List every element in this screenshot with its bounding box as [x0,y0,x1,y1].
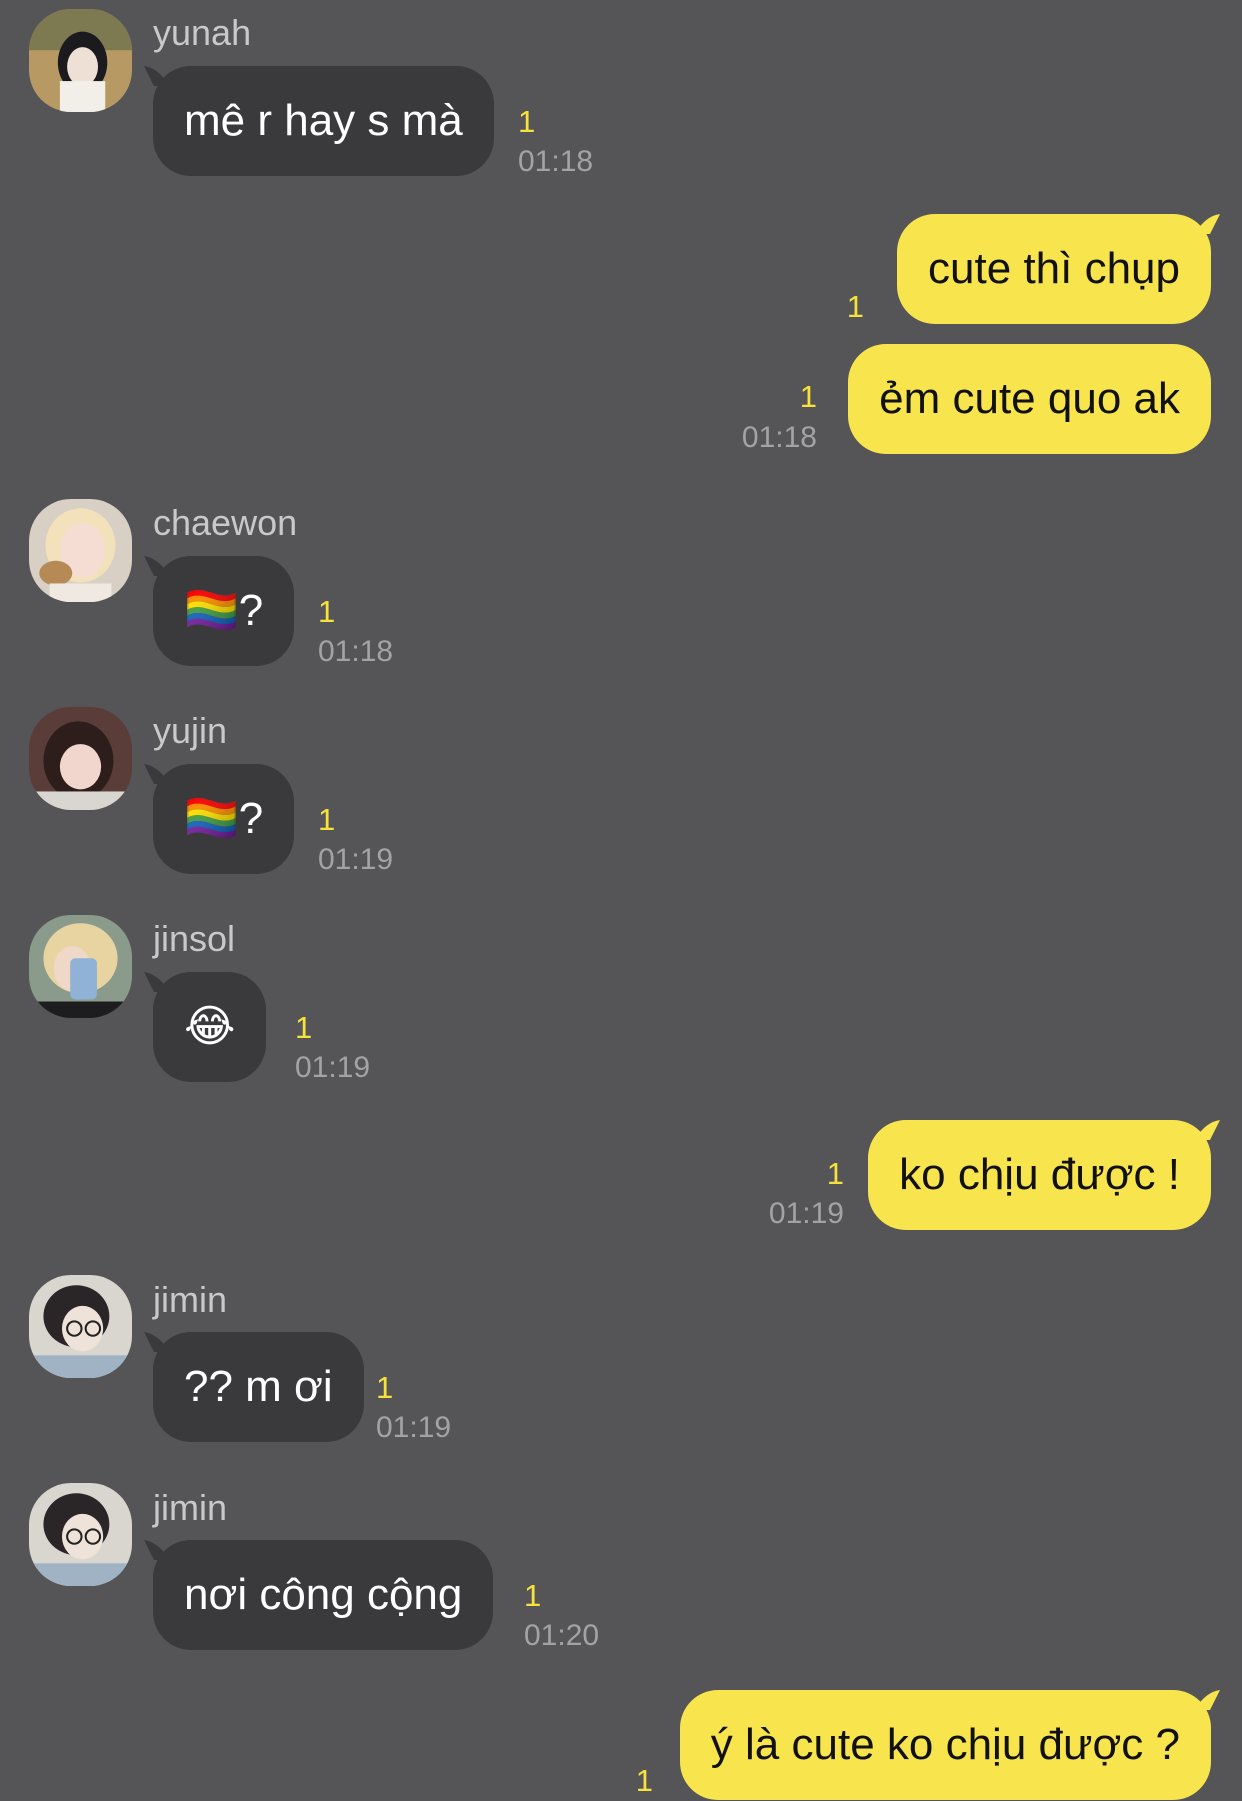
avatar-image [29,1483,132,1586]
avatar-jinsol[interactable] [29,915,132,1018]
message-time: 01:19 [768,1197,844,1230]
message-time: 01:19 [318,843,394,876]
message-bubble-incoming[interactable]: nơi công cộng [153,1540,494,1650]
avatar-image [29,1275,132,1378]
unread-count: 1 [524,1578,542,1613]
message-time: 01:18 [741,421,817,454]
message-bubble-incoming[interactable]: mê r hay s mà [153,66,494,176]
message-bubble-outgoing[interactable]: ẻm cute quo ak [848,344,1211,454]
message-bubble-incoming[interactable]: 🏳️‍🌈? [153,556,295,666]
bubble-tail [1196,1120,1220,1140]
avatar-chaewon[interactable] [29,499,132,602]
message-bubble-incoming[interactable]: 😂 [153,972,267,1082]
message-bubble-incoming[interactable]: 🏳️‍🌈? [153,764,295,874]
message-bubble-outgoing[interactable]: cute thì chụp [897,214,1211,324]
avatar-jimin[interactable] [29,1275,132,1378]
sender-name: jimin [153,1487,228,1528]
sender-name: yunah [153,12,252,53]
bubble-tail [1196,214,1220,234]
avatar-yujin[interactable] [29,707,132,810]
message-bubble-outgoing[interactable]: ko chịu được ! [868,1120,1211,1230]
unread-count: 1 [318,594,336,629]
message-time: 01:18 [518,145,594,178]
unread-count: 1 [318,802,336,837]
unread-count: 1 [635,1763,653,1798]
unread-count: 1 [799,379,817,414]
avatar-image [29,707,132,810]
message-time: 01:18 [318,635,394,668]
unread-count: 1 [826,1156,844,1191]
message-time: 01:19 [376,1411,452,1444]
sender-name: yujin [153,710,228,751]
avatar-image [29,499,132,602]
unread-count: 1 [846,289,864,324]
sender-name: chaewon [153,502,298,543]
message-bubble-outgoing[interactable]: ý là cute ko chịu được ? [679,1690,1211,1800]
bubble-tail [1196,1690,1220,1710]
avatar-image [29,915,132,1018]
sender-name: jimin [153,1279,228,1320]
sender-name: jinsol [153,918,236,959]
message-time: 01:20 [524,1619,600,1652]
message-bubble-incoming[interactable]: ?? m ơi [153,1332,364,1442]
unread-count: 1 [518,104,536,139]
avatar-yunah[interactable] [29,9,132,112]
unread-count: 1 [376,1370,394,1405]
avatar-image [29,9,132,112]
unread-count: 1 [295,1010,313,1045]
message-time: 01:19 [295,1051,371,1084]
avatar-jimin[interactable] [29,1483,132,1586]
